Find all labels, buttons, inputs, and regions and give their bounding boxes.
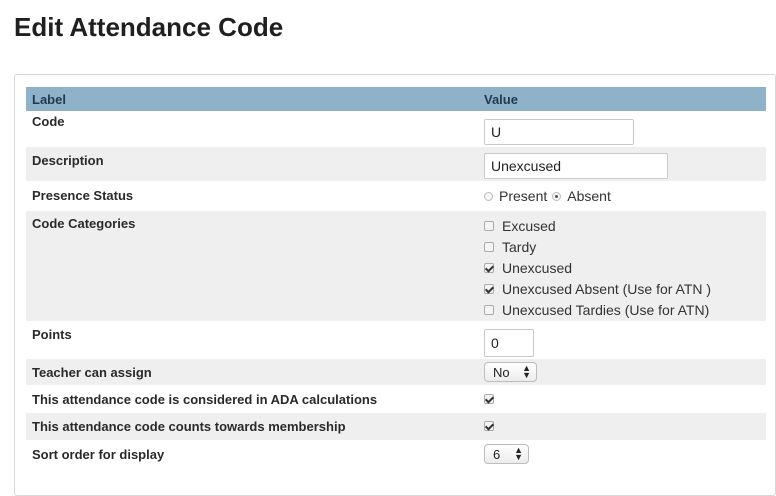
code-row: Code: [26, 111, 766, 147]
present-radio[interactable]: [484, 191, 493, 201]
membership-checkbox[interactable]: [484, 421, 494, 431]
sort-order-select[interactable]: 6 ▲ ▼: [484, 444, 529, 464]
points-label: Points: [32, 327, 72, 342]
excused-label: Excused: [502, 217, 556, 234]
teacher-can-assign-value: No: [493, 364, 510, 380]
select-arrows-icon: ▲ ▼: [514, 445, 523, 462]
teacher-can-assign-label: Teacher can assign: [32, 364, 152, 380]
absent-radio-label: Absent: [567, 188, 611, 204]
code-label: Code: [32, 114, 65, 129]
description-input[interactable]: [484, 153, 668, 179]
category-unexcused-tardies: Unexcused Tardies (Use for ATN): [484, 299, 766, 320]
presence-status-radio-group: Present Absent: [484, 188, 766, 204]
attendance-code-table: Label Value Code Description Presence St…: [26, 87, 766, 468]
category-unexcused: Unexcused: [484, 257, 766, 278]
description-row: Description: [26, 147, 766, 181]
code-input[interactable]: [484, 119, 634, 145]
sort-order-label: Sort order for display: [32, 446, 165, 462]
membership-row: This attendance code counts towards memb…: [26, 413, 766, 440]
points-row: Points: [26, 321, 766, 359]
category-tardy: Tardy: [484, 236, 766, 257]
tardy-label: Tardy: [502, 238, 537, 255]
unexcused-tardies-label: Unexcused Tardies (Use for ATN): [502, 301, 710, 318]
code-categories-label: Code Categories: [32, 216, 136, 231]
column-header-label: Label: [32, 91, 66, 107]
unexcused-checkbox[interactable]: [484, 262, 494, 273]
unexcused-absent-checkbox[interactable]: [484, 283, 494, 294]
ada-calculations-row: This attendance code is considered in AD…: [26, 385, 766, 413]
attendance-code-panel: Label Value Code Description Presence St…: [14, 74, 776, 496]
presence-status-row: Presence Status Present Absent: [26, 181, 766, 211]
category-unexcused-absent: Unexcused Absent (Use for ATN ): [484, 278, 766, 299]
ada-calculations-label: This attendance code is considered in AD…: [32, 391, 378, 407]
teacher-can-assign-row: Teacher can assign No ▲ ▼: [26, 359, 766, 385]
page-title: Edit Attendance Code: [14, 12, 284, 42]
sort-order-value: 6: [493, 446, 501, 462]
absent-radio[interactable]: [552, 191, 562, 201]
description-label: Description: [32, 153, 104, 168]
select-arrows-icon: ▲ ▼: [522, 363, 531, 380]
unexcused-tardies-checkbox[interactable]: [484, 304, 494, 315]
unexcused-label: Unexcused: [502, 259, 573, 276]
tardy-checkbox[interactable]: [484, 241, 494, 252]
sort-order-row: Sort order for display 6 ▲ ▼: [26, 440, 766, 468]
category-excused: Excused: [484, 215, 766, 236]
excused-checkbox[interactable]: [484, 220, 494, 231]
teacher-can-assign-select[interactable]: No ▲ ▼: [484, 362, 537, 382]
presence-status-label: Presence Status: [32, 188, 134, 203]
code-categories-row: Code Categories Excused Tardy Unexcused …: [26, 211, 766, 321]
table-header-row: Label Value: [26, 87, 766, 111]
column-header-value: Value: [484, 91, 518, 107]
present-radio-label: Present: [499, 188, 548, 204]
membership-label: This attendance code counts towards memb…: [32, 419, 346, 434]
ada-calculations-checkbox[interactable]: [484, 393, 494, 404]
unexcused-absent-label: Unexcused Absent (Use for ATN ): [502, 280, 712, 297]
points-input[interactable]: [484, 329, 534, 357]
